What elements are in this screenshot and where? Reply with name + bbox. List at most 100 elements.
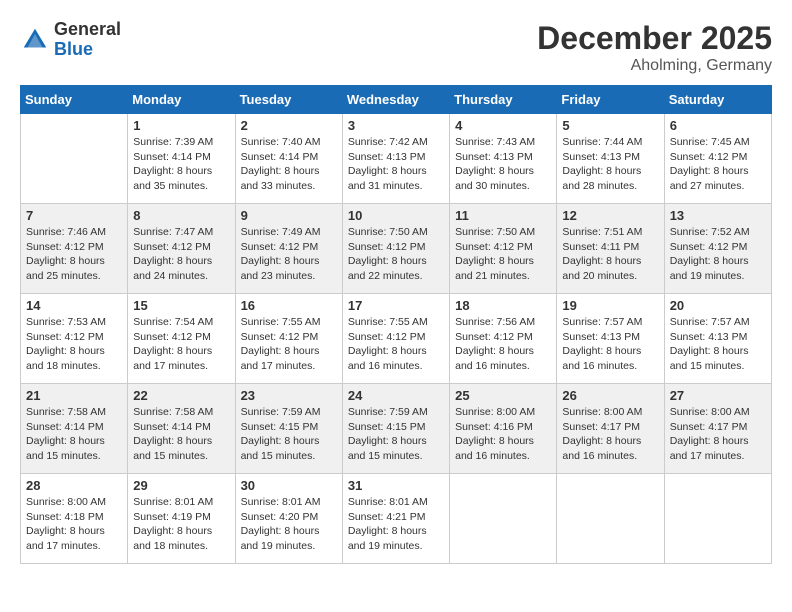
day-info: Sunrise: 7:55 AM Sunset: 4:12 PM Dayligh… (241, 315, 337, 374)
day-number: 9 (241, 208, 337, 223)
day-info: Sunrise: 8:00 AM Sunset: 4:16 PM Dayligh… (455, 405, 551, 464)
day-info: Sunrise: 7:56 AM Sunset: 4:12 PM Dayligh… (455, 315, 551, 374)
day-number: 24 (348, 388, 444, 403)
calendar-cell: 4 Sunrise: 7:43 AM Sunset: 4:13 PM Daylig… (450, 114, 557, 204)
calendar-week-row: 21 Sunrise: 7:58 AM Sunset: 4:14 PM Dayli… (21, 384, 772, 474)
calendar-cell: 12Sunrise: 7:51 AM Sunset: 4:11 PM Dayli… (557, 204, 664, 294)
calendar-table: SundayMondayTuesdayWednesdayThursdayFrid… (20, 85, 772, 564)
day-number: 7 (26, 208, 122, 223)
calendar-cell: 7 Sunrise: 7:46 AM Sunset: 4:12 PM Daylig… (21, 204, 128, 294)
calendar-cell: 8Sunrise: 7:47 AM Sunset: 4:12 PM Daylig… (128, 204, 235, 294)
calendar-cell (450, 474, 557, 564)
day-number: 27 (670, 388, 766, 403)
calendar-cell: 22Sunrise: 7:58 AM Sunset: 4:14 PM Dayli… (128, 384, 235, 474)
calendar-week-row: 7 Sunrise: 7:46 AM Sunset: 4:12 PM Daylig… (21, 204, 772, 294)
calendar-cell (21, 114, 128, 204)
calendar-cell: 11Sunrise: 7:50 AM Sunset: 4:12 PM Dayli… (450, 204, 557, 294)
day-number: 23 (241, 388, 337, 403)
calendar-header-row: SundayMondayTuesdayWednesdayThursdayFrid… (21, 86, 772, 114)
calendar-cell (664, 474, 771, 564)
day-info: Sunrise: 7:39 AM Sunset: 4:14 PM Dayligh… (133, 135, 229, 194)
day-info: Sunrise: 7:50 AM Sunset: 4:12 PM Dayligh… (348, 225, 444, 284)
day-number: 28 (26, 478, 122, 493)
logo: General Blue (20, 20, 121, 60)
day-info: Sunrise: 7:55 AM Sunset: 4:12 PM Dayligh… (348, 315, 444, 374)
logo-icon (20, 25, 50, 55)
weekday-header-friday: Friday (557, 86, 664, 114)
weekday-header-monday: Monday (128, 86, 235, 114)
day-info: Sunrise: 7:52 AM Sunset: 4:12 PM Dayligh… (670, 225, 766, 284)
calendar-cell: 13Sunrise: 7:52 AM Sunset: 4:12 PM Dayli… (664, 204, 771, 294)
day-info: Sunrise: 7:59 AM Sunset: 4:15 PM Dayligh… (348, 405, 444, 464)
day-info: Sunrise: 7:58 AM Sunset: 4:14 PM Dayligh… (133, 405, 229, 464)
day-info: Sunrise: 7:51 AM Sunset: 4:11 PM Dayligh… (562, 225, 658, 284)
day-number: 15 (133, 298, 229, 313)
day-info: Sunrise: 7:53 AM Sunset: 4:12 PM Dayligh… (26, 315, 122, 374)
day-number: 10 (348, 208, 444, 223)
calendar-cell: 28 Sunrise: 8:00 AM Sunset: 4:18 PM Dayli… (21, 474, 128, 564)
location: Aholming, Germany (537, 57, 772, 75)
day-number: 17 (348, 298, 444, 313)
logo-general: General (54, 19, 121, 39)
weekday-header-wednesday: Wednesday (342, 86, 449, 114)
day-info: Sunrise: 7:42 AM Sunset: 4:13 PM Dayligh… (348, 135, 444, 194)
weekday-header-sunday: Sunday (21, 86, 128, 114)
calendar-cell: 5 Sunrise: 7:44 AM Sunset: 4:13 PM Daylig… (557, 114, 664, 204)
day-info: Sunrise: 7:49 AM Sunset: 4:12 PM Dayligh… (241, 225, 337, 284)
calendar-cell: 1 Sunrise: 7:39 AM Sunset: 4:14 PM Daylig… (128, 114, 235, 204)
calendar-cell: 29 Sunrise: 8:01 AM Sunset: 4:19 PM Dayli… (128, 474, 235, 564)
calendar-cell: 21 Sunrise: 7:58 AM Sunset: 4:14 PM Dayli… (21, 384, 128, 474)
calendar-cell: 3Sunrise: 7:42 AM Sunset: 4:13 PM Daylig… (342, 114, 449, 204)
calendar-cell: 6Sunrise: 7:45 AM Sunset: 4:12 PM Daylig… (664, 114, 771, 204)
day-info: Sunrise: 8:00 AM Sunset: 4:18 PM Dayligh… (26, 495, 122, 554)
day-number: 1 (133, 118, 229, 133)
calendar-cell: 17 Sunrise: 7:55 AM Sunset: 4:12 PM Dayli… (342, 294, 449, 384)
day-number: 21 (26, 388, 122, 403)
day-number: 19 (562, 298, 658, 313)
logo-text: General Blue (54, 20, 121, 60)
calendar-cell: 18 Sunrise: 7:56 AM Sunset: 4:12 PM Dayli… (450, 294, 557, 384)
day-info: Sunrise: 7:43 AM Sunset: 4:13 PM Dayligh… (455, 135, 551, 194)
day-number: 5 (562, 118, 658, 133)
calendar-cell: 15 Sunrise: 7:54 AM Sunset: 4:12 PM Dayli… (128, 294, 235, 384)
page-header: General Blue December 2025 Aholming, Ger… (20, 20, 772, 75)
calendar-cell: 16Sunrise: 7:55 AM Sunset: 4:12 PM Dayli… (235, 294, 342, 384)
day-info: Sunrise: 8:01 AM Sunset: 4:20 PM Dayligh… (241, 495, 337, 554)
calendar-cell: 24 Sunrise: 7:59 AM Sunset: 4:15 PM Dayli… (342, 384, 449, 474)
calendar-cell: 9 Sunrise: 7:49 AM Sunset: 4:12 PM Daylig… (235, 204, 342, 294)
day-info: Sunrise: 7:44 AM Sunset: 4:13 PM Dayligh… (562, 135, 658, 194)
day-number: 14 (26, 298, 122, 313)
calendar-cell: 31 Sunrise: 8:01 AM Sunset: 4:21 PM Dayli… (342, 474, 449, 564)
day-info: Sunrise: 7:40 AM Sunset: 4:14 PM Dayligh… (241, 135, 337, 194)
calendar-cell: 14 Sunrise: 7:53 AM Sunset: 4:12 PM Dayli… (21, 294, 128, 384)
day-info: Sunrise: 8:00 AM Sunset: 4:17 PM Dayligh… (562, 405, 658, 464)
day-number: 25 (455, 388, 551, 403)
day-number: 31 (348, 478, 444, 493)
calendar-cell: 20 Sunrise: 7:57 AM Sunset: 4:13 PM Dayli… (664, 294, 771, 384)
day-info: Sunrise: 7:54 AM Sunset: 4:12 PM Dayligh… (133, 315, 229, 374)
title-block: December 2025 Aholming, Germany (537, 20, 772, 75)
day-number: 26 (562, 388, 658, 403)
weekday-header-thursday: Thursday (450, 86, 557, 114)
day-number: 20 (670, 298, 766, 313)
weekday-header-tuesday: Tuesday (235, 86, 342, 114)
day-info: Sunrise: 8:01 AM Sunset: 4:19 PM Dayligh… (133, 495, 229, 554)
calendar-cell: 30Sunrise: 8:01 AM Sunset: 4:20 PM Dayli… (235, 474, 342, 564)
day-number: 4 (455, 118, 551, 133)
day-number: 29 (133, 478, 229, 493)
calendar-cell: 25 Sunrise: 8:00 AM Sunset: 4:16 PM Dayli… (450, 384, 557, 474)
calendar-cell: 2Sunrise: 7:40 AM Sunset: 4:14 PM Daylig… (235, 114, 342, 204)
month-title: December 2025 (537, 20, 772, 57)
day-info: Sunrise: 7:58 AM Sunset: 4:14 PM Dayligh… (26, 405, 122, 464)
day-info: Sunrise: 8:00 AM Sunset: 4:17 PM Dayligh… (670, 405, 766, 464)
day-info: Sunrise: 7:57 AM Sunset: 4:13 PM Dayligh… (670, 315, 766, 374)
day-info: Sunrise: 7:47 AM Sunset: 4:12 PM Dayligh… (133, 225, 229, 284)
day-info: Sunrise: 7:46 AM Sunset: 4:12 PM Dayligh… (26, 225, 122, 284)
calendar-week-row: 1 Sunrise: 7:39 AM Sunset: 4:14 PM Daylig… (21, 114, 772, 204)
day-info: Sunrise: 8:01 AM Sunset: 4:21 PM Dayligh… (348, 495, 444, 554)
day-number: 11 (455, 208, 551, 223)
day-number: 18 (455, 298, 551, 313)
calendar-cell: 19Sunrise: 7:57 AM Sunset: 4:13 PM Dayli… (557, 294, 664, 384)
day-number: 6 (670, 118, 766, 133)
calendar-cell (557, 474, 664, 564)
